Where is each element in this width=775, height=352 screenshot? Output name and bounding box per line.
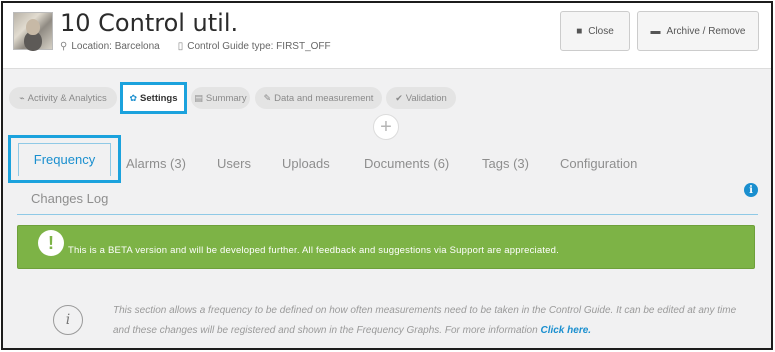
info-text: This section allows a frequency to be de… <box>113 301 753 341</box>
beta-message: This is a BETA version and will be devel… <box>68 244 559 256</box>
plus-icon[interactable]: + <box>373 114 399 140</box>
check-icon: ✔ <box>395 92 403 103</box>
summary-icon: ▤ <box>194 92 203 103</box>
archive-button-label: Archive / Remove <box>666 25 746 37</box>
pill-validation[interactable]: ✔ Validation <box>386 87 456 109</box>
archive-remove-button[interactable]: ▬ Archive / Remove <box>637 11 759 51</box>
app-frame: 10 Control util. ⚲ Location: Barcelona ▯… <box>1 1 773 350</box>
pill-label: Summary <box>205 92 247 104</box>
tab-uploads[interactable]: Uploads <box>282 156 330 171</box>
tab-configuration[interactable]: Configuration <box>560 156 637 171</box>
header-meta: ⚲ Location: Barcelona ▯ Control Guide ty… <box>60 41 331 52</box>
pill-settings[interactable]: ✿ Settings <box>120 82 187 114</box>
tab-frequency[interactable]: Frequency <box>8 135 121 183</box>
beta-banner: ! This is a BETA version and will be dev… <box>17 225 755 269</box>
pencil-icon: ✎ <box>263 92 272 103</box>
info-description: This section allows a frequency to be de… <box>113 305 737 336</box>
exclamation-icon: ! <box>38 230 64 256</box>
info-icon: i <box>53 305 83 335</box>
pill-label: Data and measurement <box>274 92 374 104</box>
pill-label: Settings <box>140 92 178 104</box>
page-title: 10 Control util. <box>60 9 239 37</box>
tab-users[interactable]: Users <box>217 156 251 171</box>
tab-tags[interactable]: Tags (3) <box>482 156 529 171</box>
pill-activity-analytics[interactable]: ⌁ Activity & Analytics <box>9 87 117 109</box>
chart-icon: ⌁ <box>19 92 25 103</box>
document-icon: ▯ <box>177 41 184 52</box>
info-icon[interactable]: i <box>744 183 758 197</box>
avatar <box>13 12 53 50</box>
pill-data-measurement[interactable]: ✎ Data and measurement <box>255 87 382 109</box>
close-button[interactable]: ■ Close <box>560 11 630 51</box>
close-button-label: Close <box>588 25 614 37</box>
page-header: 10 Control util. ⚲ Location: Barcelona ▯… <box>3 3 771 69</box>
folder-icon: ■ <box>576 25 583 37</box>
location-label: Location: Barcelona <box>71 41 160 52</box>
click-here-link[interactable]: Click here. <box>540 325 591 336</box>
location-pin-icon: ⚲ <box>60 41 68 52</box>
tab-label: Frequency <box>33 151 96 167</box>
tab-changes-log[interactable]: Changes Log <box>31 191 108 206</box>
pill-label: Validation <box>405 92 447 104</box>
gear-icon: ✿ <box>129 92 138 103</box>
guide-type-label: Control Guide type: FIRST_OFF <box>187 41 331 52</box>
archive-icon: ▬ <box>650 25 661 37</box>
pill-label: Activity & Analytics <box>27 92 107 104</box>
tab-alarms[interactable]: Alarms (3) <box>126 156 186 171</box>
tab-documents[interactable]: Documents (6) <box>364 156 449 171</box>
pill-summary[interactable]: ▤ Summary <box>191 87 250 109</box>
tab-divider <box>17 214 758 215</box>
section-pills: ⌁ Activity & Analytics ✿ Settings ▤ Summ… <box>3 82 771 114</box>
